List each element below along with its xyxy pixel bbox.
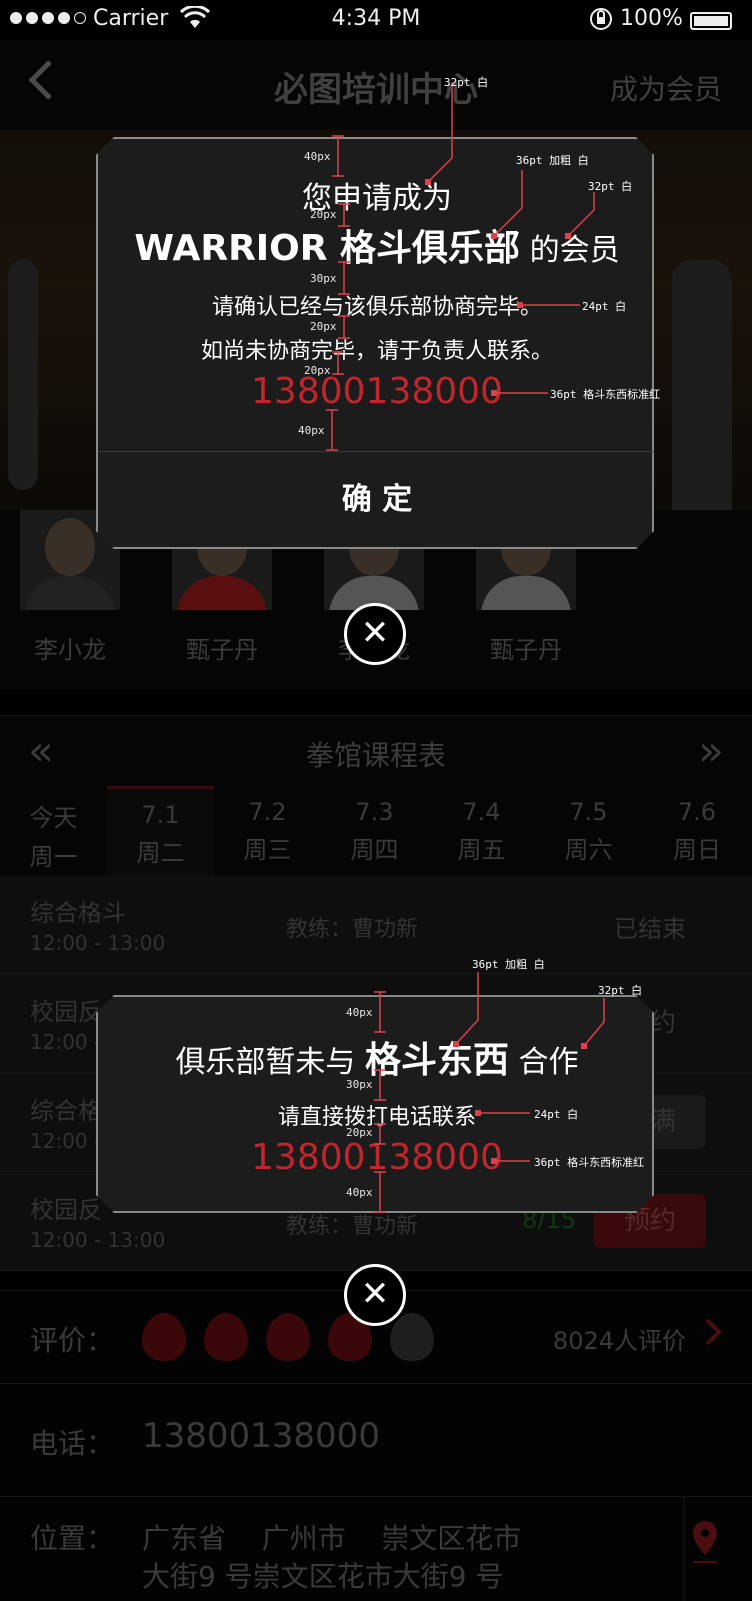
no-partner-dialog: 俱乐部暂未与 格斗东西 合作 请直接拨打电话联系 13800138000 [96,995,654,1213]
dialog2-line1: 俱乐部暂未与 格斗东西 合作 [98,1031,656,1083]
tab-day-6[interactable]: 7.6 周日 [642,786,752,874]
class-time: 12:00 - 13:00 [30,1228,166,1252]
dialog1-suffix: 的会员 [520,233,620,268]
become-member-button[interactable]: 成为会员 [610,68,722,108]
tab-day-1[interactable]: 7.1 周二 [107,786,214,877]
tab-day-3[interactable]: 7.3 周四 [321,786,428,874]
rating-count[interactable]: 8024人评价 [553,1321,686,1356]
chevron-right-icon[interactable] [704,1317,722,1351]
spacing-label: 30px [310,272,337,285]
flame-icon [390,1313,434,1361]
confirm-button[interactable]: 确 定 [98,452,656,547]
rotation-lock-icon [588,6,614,38]
spacing-label: 40px [304,150,331,163]
location-line2: 大街9 号崇文区花市大街9 号 [142,1560,504,1593]
dialog1-line2: WARRIOR 格斗俱乐部 的会员 [98,219,656,271]
spacing-label: 40px [346,1186,373,1199]
location-row: 位置： 广东省 广州市 崇文区花市 大街9 号崇文区花市大街9 号 [0,1496,752,1601]
spacing-label: 30px [346,1078,373,1091]
location-label: 位置： [30,1522,115,1555]
phone-row: 电话： 13800138000 [0,1383,752,1496]
class-name: 校园反 [30,1196,102,1224]
close-icon[interactable]: ✕ [344,1264,406,1326]
battery-icon [690,12,732,30]
annotation-label: 36pt 加粗 白 [472,958,545,971]
spacing-label: 20px [310,320,337,333]
annotation-label: 36pt 加粗 白 [516,154,589,167]
phone-label: 电话： [30,1427,115,1460]
club-name: WARRIOR 格斗俱乐部 [134,228,521,269]
coach-name: 李小龙 [34,636,106,664]
spacing-label: 40px [346,1006,373,1019]
phone-number[interactable]: 13800138000 [142,1416,380,1456]
annotation-label: 32pt 白 [588,180,633,193]
location-line1: 广东省 广州市 崇文区花市 [142,1522,522,1555]
nav-bar: 必图培训中心 成为会员 [0,40,752,130]
dialog2-prefix: 俱乐部暂未与 [175,1045,365,1080]
close-icon[interactable]: ✕ [344,603,406,665]
punching-bag [672,260,732,550]
punching-bag [8,260,38,490]
annotation-label: 32pt 白 [444,76,489,89]
spacing-label: 20px [304,364,331,377]
annotation-label: 24pt 白 [582,300,627,313]
status-bar: Carrier 4:34 PM 100% [0,0,752,40]
coach-name: 甄子丹 [186,636,258,664]
flame-icon [142,1313,186,1361]
location-pin-icon[interactable] [690,1519,720,1569]
annotation-label: 24pt 白 [534,1108,579,1121]
dialog2-suffix: 合作 [509,1045,579,1080]
class-name: 综合格 [30,1097,102,1125]
battery-percent: 100% [620,6,683,31]
spacing-label: 40px [298,424,325,437]
brand-name: 格斗东西 [364,1040,509,1081]
tab-day-0[interactable]: 今天 周一 [0,786,107,874]
tab-day-5[interactable]: 7.5 周六 [535,786,642,874]
flame-icon [204,1313,248,1361]
schedule-header: « 拳馆课程表 » [0,715,752,787]
class-row: 综合格斗 12:00 - 13:00 教练：曹功新 已结束 [0,875,752,974]
annotation-label: 36pt 格斗东西标准红 [550,388,661,401]
schedule-title: 拳馆课程表 [305,739,446,772]
tab-day-2[interactable]: 7.2 周三 [214,786,321,874]
dialog1-line3: 请确认已经与该俱乐部协商完毕。 [211,295,542,320]
divider [684,1497,685,1601]
day-tabs: 今天 周一 7.1 周二 7.2 周三 7.3 周四 7.4 周五 7.5 周六 7.6 周日 [0,786,752,877]
class-status: 已结束 [614,915,686,943]
class-coach: 教练：曹功新 [286,917,419,942]
dialog1-line4: 如尚未协商完毕，请于负责人联系。 [200,339,553,364]
membership-confirm-dialog: 您申请成为 WARRIOR 格斗俱乐部 的会员 请确认已经与该俱乐部协商完毕。 … [96,137,654,549]
tab-day-4[interactable]: 7.4 周五 [428,786,535,874]
annotation-label: 32pt 白 [598,984,643,997]
class-name: 综合格斗 [30,899,126,927]
dialog1-line1: 您申请成为 [302,181,452,216]
class-time: 12:00 - 13:00 [30,931,166,955]
rating-label: 评价： [30,1324,115,1357]
class-name: 校园反 [30,998,102,1026]
spacing-label: 20px [310,208,337,221]
next-week-icon[interactable]: » [698,726,724,775]
annotation-label: 36pt 格斗东西标准红 [534,1156,645,1169]
coach-name: 甄子丹 [490,636,562,664]
spacing-label: 20px [346,1126,373,1139]
flame-icon [266,1313,310,1361]
